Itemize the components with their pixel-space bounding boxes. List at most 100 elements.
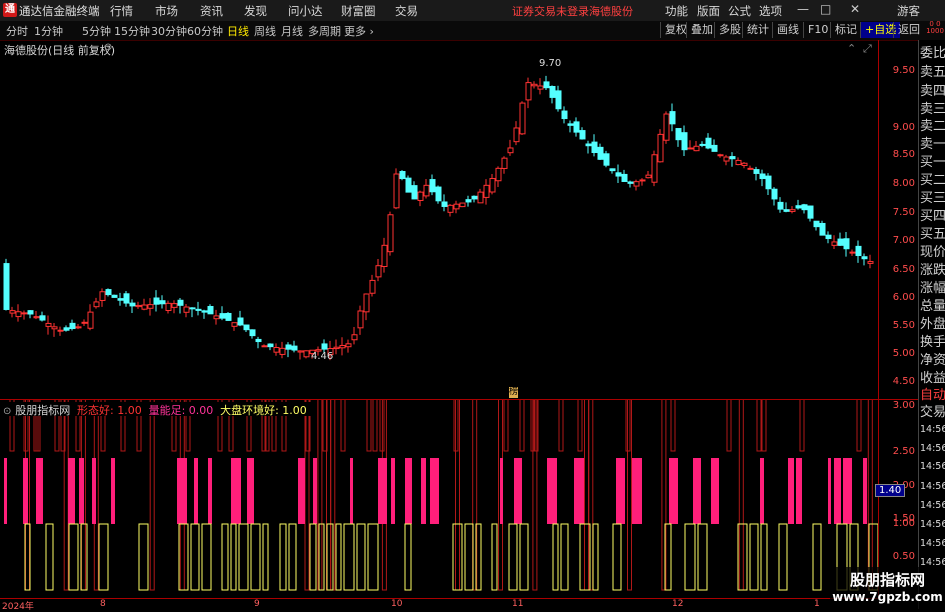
event-marker[interactable]: 榜 [509,387,519,398]
period-weekly[interactable]: 周线 [254,23,276,39]
candle-body [57,329,64,332]
panel-collapse-icon[interactable]: ⌃ [847,42,856,55]
menu-news[interactable]: 资讯 [200,3,223,19]
candlestick-svg[interactable] [0,40,878,399]
price-tick: 6.50 [892,264,915,275]
period-monthly[interactable]: 月线 [281,23,303,39]
price-tick: 9.00 [892,122,915,133]
indicator-bar-market [592,523,599,591]
price-chart[interactable]: 海德股份(日线 前复权) ⊙ ⌃ ⤢ 9.70 4.46 榜 [0,40,878,399]
indicator-bar-pattern [856,400,862,452]
candle-body [819,222,826,236]
side-item-bid5[interactable]: 买五 [920,226,945,244]
side-item-turnover[interactable]: 换手 [920,334,945,352]
tool-f10[interactable]: F10 [803,22,832,38]
indicator-title: 股朋指标网 [15,404,71,417]
side-item-net-assets[interactable]: 净资 [920,352,945,370]
candle-body [147,304,154,309]
candle-body [519,102,526,135]
candle-body [297,350,304,353]
panel-settings-icon[interactable]: ⊙ [104,42,112,53]
indicator-chart[interactable]: ⊙ 股朋指标网 形态好: 1.00 量能足: 0.00 大盘环境好: 1.00 [0,400,878,600]
menu-formula[interactable]: 公式 [728,3,751,19]
candle-body [837,238,844,246]
panel-expand-icon[interactable]: ⤢ [863,42,872,56]
menu-layout[interactable]: 版面 [697,3,720,19]
period-15min[interactable]: 15分钟 [114,23,150,39]
minimize-button[interactable]: — [797,2,809,16]
candle-body [627,181,634,184]
candle-body [39,315,46,321]
indicator-bar-market [288,523,297,591]
period-daily[interactable]: 日线 [227,23,249,39]
candle-body [459,202,466,208]
indicator-tick: 2.50 [892,446,915,457]
side-item-ask5[interactable]: 卖五 [920,64,945,82]
close-button[interactable]: ✕ [850,2,860,16]
tool-statistics[interactable]: 统计 [742,22,773,38]
indicator-bar-market [760,523,768,591]
indicator-bar-volume [500,458,503,524]
menu-quotes[interactable]: 行情 [110,3,133,19]
candle-body [597,146,604,160]
menu-functions[interactable]: 功能 [665,3,688,19]
side-item-ask2[interactable]: 卖二 [920,118,945,136]
tool-draw-line[interactable]: 画线 [772,22,803,38]
side-item-commission-ratio[interactable]: 委比 [920,45,945,63]
menu-options[interactable]: 选项 [759,3,782,19]
period-timeshare[interactable]: 分时 [6,23,28,39]
indicator-settings-icon[interactable]: ⊙ [3,406,11,417]
period-multi[interactable]: 多周期 [308,23,341,39]
candle-body [609,168,616,172]
user-label[interactable]: 游客 [897,3,920,19]
indicator-item-market: 大盘环境好: 1.00 [220,404,307,417]
indicator-svg[interactable] [0,400,878,598]
menu-market[interactable]: 市场 [155,3,178,19]
tool-back[interactable]: 返回 [893,22,924,38]
side-item-bid2[interactable]: 买二 [920,172,945,190]
candle-body [585,143,592,147]
candle-body [741,162,748,166]
menu-wealth[interactable]: 财富圈 [341,3,376,19]
menu-trade[interactable]: 交易 [395,3,418,19]
tool-mark[interactable]: 标记 [830,22,861,38]
side-item-ask4[interactable]: 卖四 [920,83,945,101]
candle-body [75,326,82,329]
date-label: 9 [254,599,260,609]
candle-body [555,90,562,110]
period-1min[interactable]: 1分钟 [34,23,63,39]
side-item-bid4[interactable]: 买四 [920,208,945,226]
side-item-change-pct[interactable]: 涨幅 [920,280,945,298]
candle-body [9,310,16,314]
indicator-bar-volume [693,458,701,524]
side-item-volume[interactable]: 总量 [920,298,945,316]
tool-multi-stock[interactable]: 多股 [714,22,745,38]
menu-discover[interactable]: 发现 [244,3,267,19]
period-60min[interactable]: 60分钟 [187,23,223,39]
indicator-bar-volume [796,458,802,524]
candle-body [267,343,274,348]
side-item-auto[interactable]: 自动 [920,387,945,405]
indicator-bar-market [560,523,569,591]
period-30min[interactable]: 30分钟 [151,23,187,39]
side-item-change[interactable]: 涨跌 [920,262,945,280]
indicator-tick: 3.00 [892,400,915,411]
tool-overlay[interactable]: 叠加 [686,22,717,38]
side-item-bid1[interactable]: 买一 [920,154,945,172]
maximize-button[interactable]: □ [820,2,831,16]
side-item-trade[interactable]: 交易 [920,404,945,422]
indicator-bar-volume [111,458,115,524]
period-more[interactable]: 更多 › [344,23,374,39]
login-warning[interactable]: 证券交易未登录 [512,3,589,19]
menu-ask[interactable]: 问小达 [288,3,323,19]
candle-body [51,326,58,330]
side-item-price[interactable]: 现价 [920,244,945,262]
side-item-outer[interactable]: 外盘 [920,316,945,334]
candle-body [651,154,658,183]
side-item-ask3[interactable]: 卖三 [920,101,945,119]
side-item-bid3[interactable]: 买三 [920,190,945,208]
period-5min[interactable]: 5分钟 [82,23,111,39]
side-item-earnings[interactable]: 收益 [920,370,945,388]
candle-body [453,203,460,210]
side-item-ask1[interactable]: 卖一 [920,136,945,154]
